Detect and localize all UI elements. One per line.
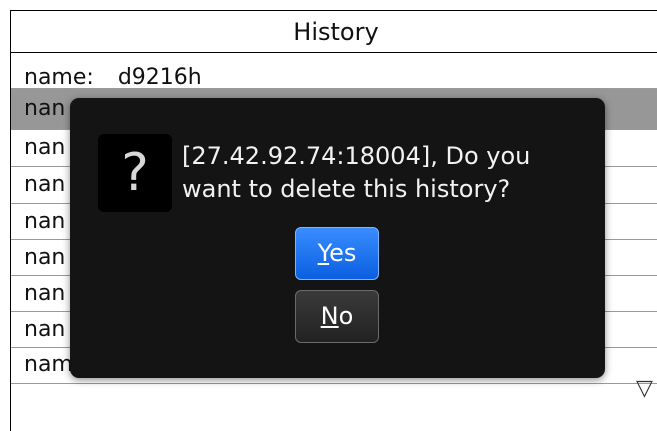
row-label: nan bbox=[24, 209, 66, 234]
page-title: History bbox=[11, 11, 657, 53]
row-label: nan bbox=[24, 281, 66, 306]
question-glyph: ? bbox=[121, 143, 149, 203]
yes-mnemonic: Y bbox=[317, 239, 330, 267]
dialog-message: [27.42.92.74:18004], Do you want to dele… bbox=[182, 140, 592, 206]
row-label: nan bbox=[24, 317, 66, 342]
row-label: name: bbox=[24, 65, 94, 89]
dialog-message-line2: want to delete this history? bbox=[182, 175, 511, 203]
row-label: nan bbox=[24, 96, 66, 121]
no-label: o bbox=[338, 302, 354, 330]
list-item[interactable]: name: d9216h bbox=[11, 53, 657, 89]
no-button[interactable]: No bbox=[295, 290, 379, 343]
row-label: nan bbox=[24, 245, 66, 270]
delete-confirm-dialog: ? [27.42.92.74:18004], Do you want to de… bbox=[70, 98, 605, 378]
row-value: d9216h bbox=[117, 65, 202, 89]
yes-label: es bbox=[329, 239, 357, 267]
scroll-down-icon[interactable]: ▽ bbox=[636, 377, 656, 401]
question-icon: ? bbox=[98, 134, 172, 212]
row-label: nan bbox=[24, 135, 66, 160]
yes-button[interactable]: Yes bbox=[295, 227, 379, 280]
row-label: nan bbox=[24, 172, 66, 197]
no-mnemonic: N bbox=[320, 302, 339, 330]
dialog-message-line1: [27.42.92.74:18004], Do you bbox=[182, 142, 531, 170]
